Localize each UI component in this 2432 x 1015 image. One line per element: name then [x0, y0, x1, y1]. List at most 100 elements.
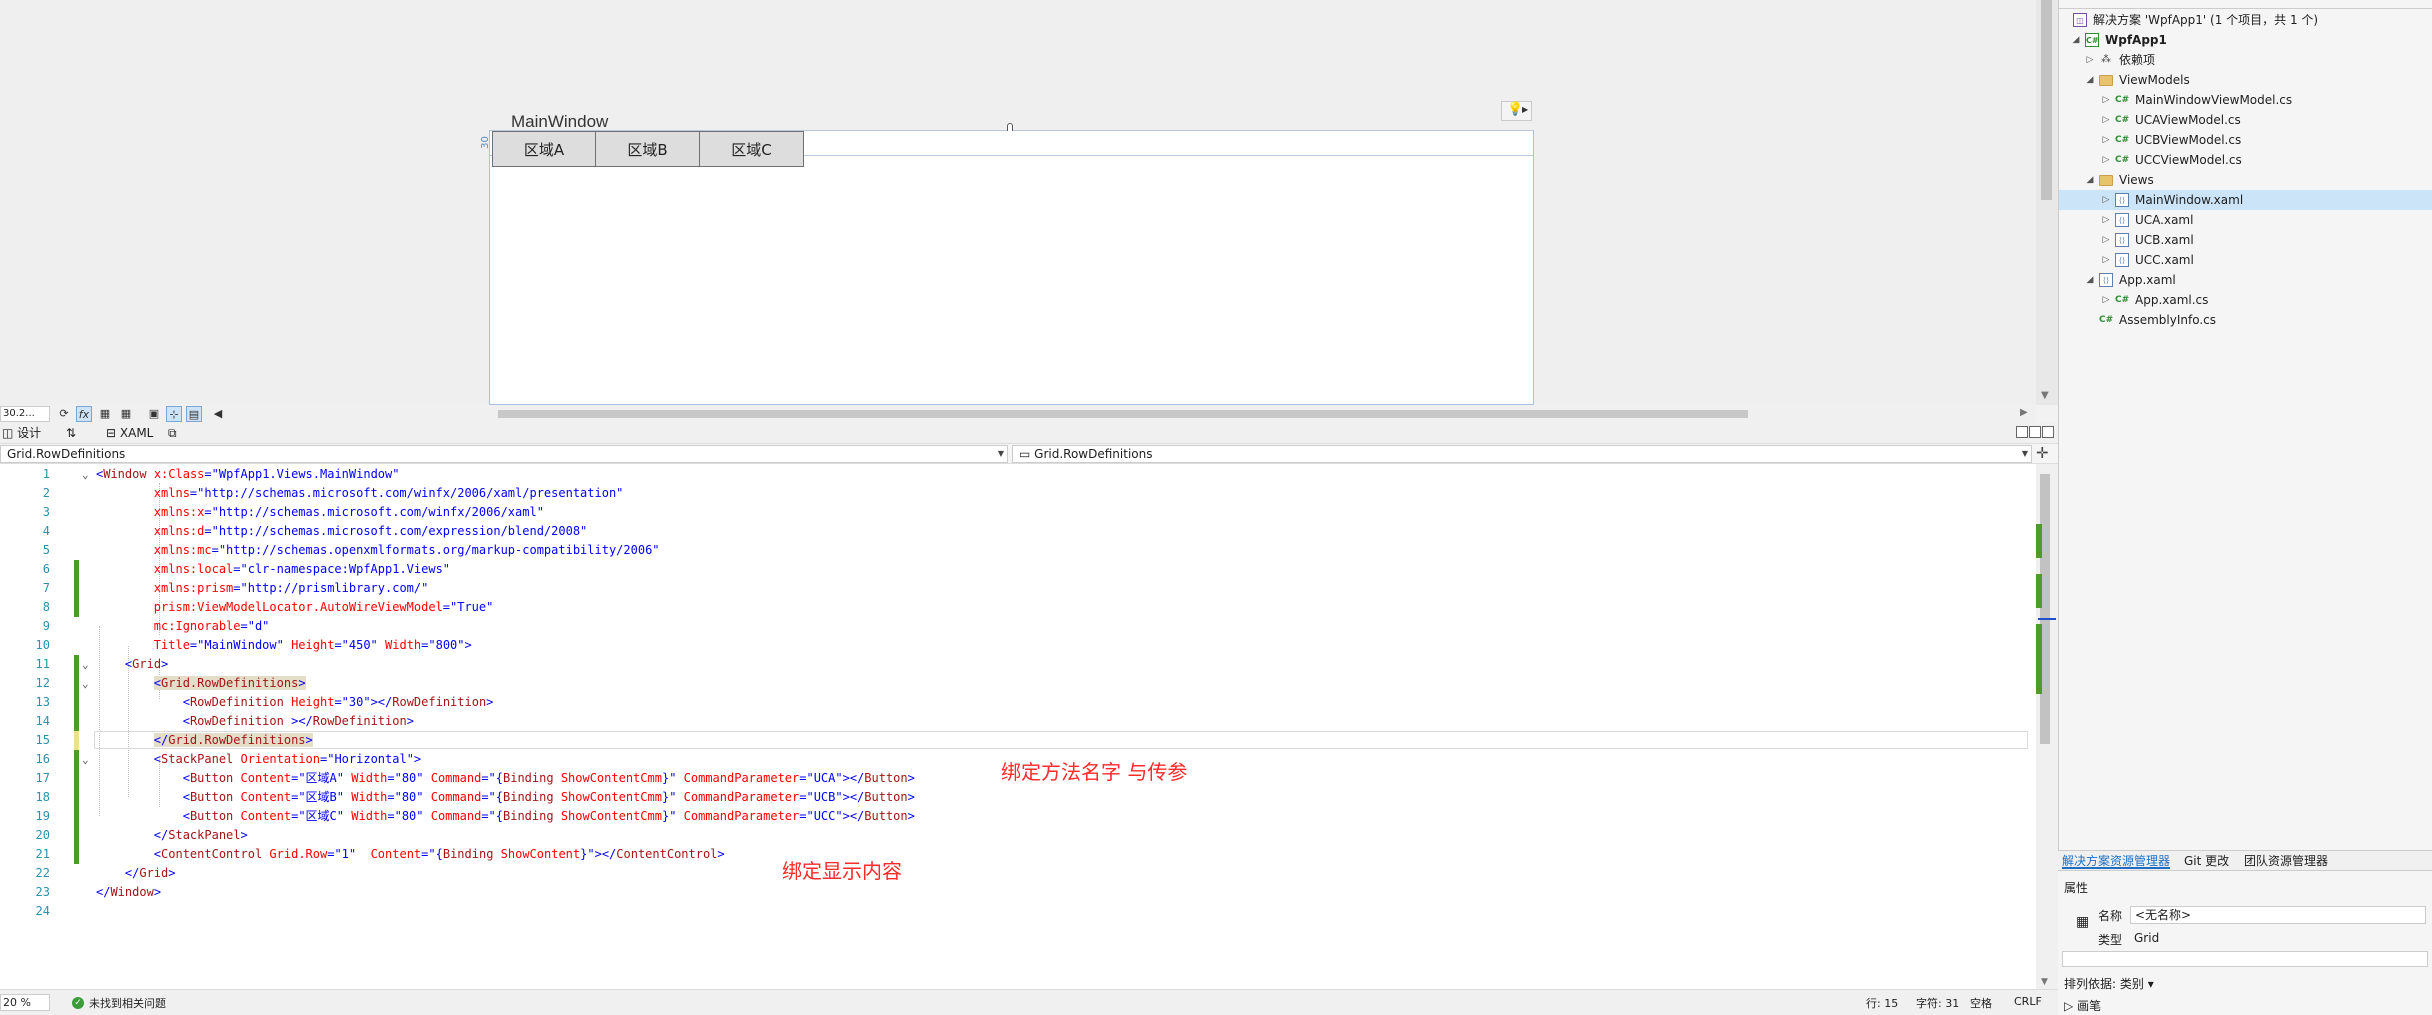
scrollbar-thumb[interactable]	[2040, 474, 2050, 744]
tree-item-file[interactable]: ▷ C# App.xaml.cs	[2059, 290, 2432, 310]
tree-item-file[interactable]: ▷ ⟨⟩ UCB.xaml	[2059, 230, 2432, 250]
name-field[interactable]: <无名称>	[2130, 906, 2426, 924]
code-line[interactable]: 22 </Grid>	[0, 864, 2036, 883]
xaml-designer-surface[interactable]: MainWindow 💡 ▶ 30 区域A 区域B 区域C	[0, 0, 2036, 405]
line-ending-indicator[interactable]: CRLF	[2014, 995, 2042, 1008]
artboard-icon[interactable]: ▣	[146, 406, 162, 422]
code-line[interactable]: 13 <RowDefinition Height="30"></RowDefin…	[0, 693, 2036, 712]
tree-item-project[interactable]: ◢ C# WpfApp1	[2059, 30, 2432, 50]
code-line[interactable]: 19 <Button Content="区域C" Width="80" Comm…	[0, 807, 2036, 826]
scroll-left-icon[interactable]: ◀	[210, 406, 226, 422]
code-line[interactable]: 4 xmlns:d="http://schemas.microsoft.com/…	[0, 522, 2036, 541]
properties-search-input[interactable]	[2062, 951, 2428, 967]
collapsed-arrow-icon[interactable]: ▷	[2101, 190, 2111, 210]
expanded-arrow-icon[interactable]: ◢	[2085, 70, 2095, 90]
horizontal-split-icon[interactable]	[2029, 426, 2041, 438]
solution-explorer-search[interactable]	[2059, 0, 2432, 9]
collapsed-arrow-icon[interactable]: ▷	[2101, 230, 2111, 250]
tab-solution-explorer[interactable]: 解决方案资源管理器	[2062, 853, 2171, 869]
designer-horizontal-scrollbar[interactable]	[498, 410, 1748, 418]
expanded-arrow-icon[interactable]: ◢	[2085, 170, 2095, 190]
element-scope-dropdown[interactable]: Grid.RowDefinitions ▼	[0, 445, 1008, 463]
code-line[interactable]: 10 Title="MainWindow" Height="450" Width…	[0, 636, 2036, 655]
designer-vertical-scrollbar[interactable]: ▼	[2036, 0, 2058, 405]
tree-item-dependencies[interactable]: ▷ ⁂ 依赖项	[2059, 50, 2432, 70]
popout-icon[interactable]: ⧉	[168, 425, 177, 442]
editor-zoom-select[interactable]: 20 %	[0, 994, 50, 1011]
tree-item-folder-views[interactable]: ◢ Views	[2059, 170, 2432, 190]
code-line[interactable]: 3 xmlns:x="http://schemas.microsoft.com/…	[0, 503, 2036, 522]
tree-item-file[interactable]: ▷ C# UCCViewModel.cs	[2059, 150, 2432, 170]
collapsed-arrow-icon[interactable]: ▷	[2101, 210, 2111, 230]
collapse-pane-icon[interactable]	[2042, 426, 2054, 438]
swap-panes-button[interactable]: ⇅	[66, 425, 76, 442]
code-line[interactable]: 7 xmlns:prism="http://prismlibrary.com/"	[0, 579, 2036, 598]
collapsed-arrow-icon[interactable]: ▷	[2085, 50, 2095, 70]
snap-grid-icon[interactable]: ▦	[118, 406, 134, 422]
fold-collapse-icon[interactable]: ⌄	[82, 655, 89, 674]
code-line[interactable]: 8 prism:ViewModelLocator.AutoWireViewMod…	[0, 598, 2036, 617]
tree-item-file[interactable]: ▷ C# MainWindowViewModel.cs	[2059, 90, 2432, 110]
code-line[interactable]: 1 ⌄ <Window x:Class="WpfApp1.Views.MainWin…	[0, 465, 2036, 484]
code-line[interactable]: 9 mc:Ignorable="d"	[0, 617, 2036, 636]
code-line[interactable]: 5 xmlns:mc="http://schemas.openxmlformat…	[0, 541, 2036, 560]
preview-button-c[interactable]: 区域C	[700, 131, 804, 167]
tree-item-file[interactable]: ▷ ⟨⟩ UCC.xaml	[2059, 250, 2432, 270]
code-line[interactable]: 21 <ContentControl Grid.Row="1" Content=…	[0, 845, 2036, 864]
tab-git-changes[interactable]: Git 更改	[2184, 853, 2229, 869]
issues-indicator[interactable]: ✓ 未找到相关问题	[72, 995, 166, 1011]
whitespace-indicator[interactable]: 空格	[1970, 995, 1992, 1011]
collapsed-arrow-icon[interactable]: ▷	[2101, 250, 2111, 270]
tree-item-file-selected[interactable]: ▷ ⟨⟩ MainWindow.xaml	[2059, 190, 2432, 210]
expanded-arrow-icon[interactable]: ◢	[2071, 30, 2081, 50]
editor-vertical-scrollbar[interactable]: ▼	[2036, 464, 2058, 989]
code-line[interactable]: 24	[0, 902, 2036, 921]
line-indicator[interactable]: 行: 15	[1866, 995, 1898, 1011]
fold-collapse-icon[interactable]: ⌄	[82, 750, 89, 769]
annotation-icon[interactable]: ▤	[186, 406, 202, 422]
char-indicator[interactable]: 字符: 31	[1916, 995, 1959, 1011]
preview-button-a[interactable]: 区域A	[492, 131, 596, 167]
fx-icon[interactable]: fx	[76, 406, 92, 422]
code-line[interactable]: 6 xmlns:local="clr-namespace:WpfApp1.Vie…	[0, 560, 2036, 579]
tree-item-folder-viewmodels[interactable]: ◢ ViewModels	[2059, 70, 2432, 90]
brush-category[interactable]: ▷ 画笔	[2064, 997, 2101, 1014]
fold-collapse-icon[interactable]: ⌄	[82, 674, 89, 693]
tab-team-explorer[interactable]: 团队资源管理器	[2244, 853, 2328, 869]
fold-collapse-icon[interactable]: ⌄	[82, 465, 89, 484]
collapsed-arrow-icon[interactable]: ▷	[2101, 110, 2111, 130]
current-code-line[interactable]: 15 </Grid.RowDefinitions>	[0, 731, 2036, 750]
tree-item-file[interactable]: ▷ C# UCBViewModel.cs	[2059, 130, 2432, 150]
code-line[interactable]: 20 </StackPanel>	[0, 826, 2036, 845]
collapsed-arrow-icon[interactable]: ▷	[2101, 150, 2111, 170]
quick-actions-lightbulb[interactable]: 💡 ▶	[1501, 101, 1532, 121]
row-height-marker[interactable]: 30	[480, 136, 491, 149]
tab-design[interactable]: ◫ 设计	[2, 425, 41, 442]
element-member-dropdown[interactable]: ▭ Grid.RowDefinitions ▼	[1012, 445, 2032, 463]
grid-icon[interactable]: ▦	[97, 406, 113, 422]
xaml-code-editor[interactable]: 1 ⌄ <Window x:Class="WpfApp1.Views.MainWin…	[0, 464, 2036, 989]
collapsed-arrow-icon[interactable]: ▷	[2101, 90, 2111, 110]
expanded-arrow-icon[interactable]: ◢	[2085, 270, 2095, 290]
sort-by-dropdown[interactable]: 排列依据: 类别 ▾	[2064, 975, 2154, 992]
code-line[interactable]: 2 xmlns="http://schemas.microsoft.com/wi…	[0, 484, 2036, 503]
tree-item-file[interactable]: C# AssemblyInfo.cs	[2059, 310, 2432, 330]
design-window-preview[interactable]: MainWindow 💡 ▶ 30 区域A 区域B 区域C	[480, 101, 1534, 405]
tree-item-file[interactable]: ▷ C# UCAViewModel.cs	[2059, 110, 2432, 130]
designer-zoom-select[interactable]: 30.2...	[0, 406, 50, 422]
code-line[interactable]: 14 <RowDefinition ></RowDefinition>	[0, 712, 2036, 731]
collapsed-arrow-icon[interactable]: ▷	[2101, 290, 2111, 310]
collapsed-arrow-icon[interactable]: ▷	[2101, 130, 2111, 150]
tab-xaml[interactable]: ⊟ XAML	[106, 425, 153, 442]
scroll-right-icon[interactable]: ▶	[2020, 407, 2028, 418]
code-line[interactable]: 23 </Window>	[0, 883, 2036, 902]
design-window-client-area[interactable]: 30 区域A 区域B 区域C	[480, 131, 1534, 405]
code-line[interactable]: 18 <Button Content="区域B" Width="80" Comm…	[0, 788, 2036, 807]
expand-icon[interactable]: ✛	[2036, 444, 2049, 462]
refresh-icon[interactable]: ⟳	[56, 406, 72, 422]
code-line[interactable]: 12 ⌄ <Grid.RowDefinitions>	[0, 674, 2036, 693]
scrollbar-thumb[interactable]	[2041, 0, 2052, 200]
code-line[interactable]: 11 ⌄ <Grid>	[0, 655, 2036, 674]
tree-item-solution[interactable]: ◫ 解决方案 'WpfApp1' (1 个项目，共 1 个)	[2059, 10, 2432, 30]
tree-item-file[interactable]: ▷ ⟨⟩ UCA.xaml	[2059, 210, 2432, 230]
